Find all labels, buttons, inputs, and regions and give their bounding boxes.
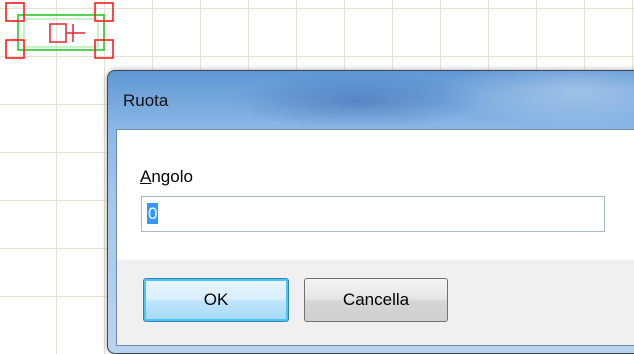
angle-label-accesskey: A	[140, 167, 152, 186]
rotate-dialog: Ruota Angolo 0 OK Cancella	[107, 70, 634, 354]
component-outline	[17, 14, 105, 51]
handle-bottom-left[interactable]	[5, 39, 25, 59]
ok-button[interactable]: OK	[143, 278, 289, 322]
dialog-client-area: Angolo 0 OK Cancella	[116, 129, 634, 346]
dialog-content-panel: Angolo 0	[117, 130, 634, 260]
angle-input[interactable]: 0	[141, 196, 605, 232]
angle-label: Angolo	[140, 167, 193, 187]
angle-input-value: 0	[147, 203, 159, 224]
capacitor-symbol-icon	[49, 23, 85, 43]
cancel-button[interactable]: Cancella	[304, 278, 448, 322]
handle-top-left[interactable]	[5, 2, 25, 22]
dialog-title-bar[interactable]: Ruota	[108, 71, 634, 127]
dialog-title: Ruota	[123, 91, 169, 110]
selected-component[interactable]	[0, 0, 120, 70]
angle-label-text: ngolo	[151, 167, 193, 186]
